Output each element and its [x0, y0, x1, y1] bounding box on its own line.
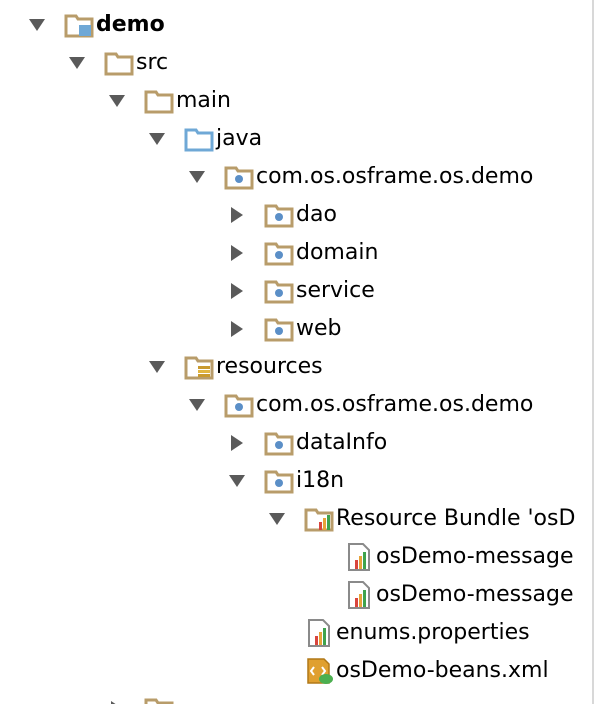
tree-row-label: osDemo-message	[376, 544, 574, 569]
package-icon	[264, 428, 294, 458]
tree-row[interactable]: enums.properties	[264, 614, 530, 652]
package-icon	[264, 276, 294, 306]
source-root-folder-icon	[184, 124, 214, 154]
expanded-arrow-icon[interactable]	[144, 120, 170, 158]
tree-row-label: main	[176, 88, 231, 113]
tree-row[interactable]: com.os.osframe.os.demo	[184, 158, 533, 196]
tree-row[interactable]: com.os.osframe.os.demo	[184, 386, 533, 424]
folder-icon	[144, 694, 174, 704]
package-icon	[224, 390, 254, 420]
tree-row-label: java	[216, 126, 263, 151]
collapsed-arrow-icon[interactable]	[224, 196, 250, 234]
tree-row[interactable]: i18n	[224, 462, 344, 500]
tree-row-label: web	[296, 316, 342, 341]
spring-xml-file-icon	[304, 656, 334, 686]
expanded-arrow-icon[interactable]	[144, 348, 170, 386]
tree-row-label: src	[136, 50, 169, 75]
tree-row-label: resources	[216, 354, 323, 379]
package-icon	[264, 200, 294, 230]
collapsed-arrow-icon[interactable]	[104, 690, 130, 704]
collapsed-arrow-icon[interactable]	[224, 272, 250, 310]
expanded-arrow-icon[interactable]	[264, 500, 290, 538]
tree-row-label: dao	[296, 202, 337, 227]
tree-row-label: service	[296, 278, 375, 303]
collapsed-arrow-icon[interactable]	[224, 310, 250, 348]
tree-row[interactable]: dao	[224, 196, 337, 234]
tree-row[interactable]: main	[104, 82, 231, 120]
resources-root-folder-icon	[184, 352, 214, 382]
expanded-arrow-icon[interactable]	[224, 462, 250, 500]
package-icon	[264, 314, 294, 344]
tree-row[interactable]: domain	[224, 234, 378, 272]
expanded-arrow-icon[interactable]	[184, 158, 210, 196]
folder-icon	[144, 86, 174, 116]
collapsed-arrow-icon[interactable]	[224, 424, 250, 462]
tree-row-label: i18n	[296, 468, 345, 493]
tree-row[interactable]	[104, 690, 176, 704]
properties-file-icon	[344, 542, 374, 572]
tree-row[interactable]: dataInfo	[224, 424, 387, 462]
package-icon	[224, 162, 254, 192]
tree-row-label: osDemo-beans.xml	[336, 658, 549, 683]
module-folder-icon	[64, 10, 94, 40]
tree-row-label: dataInfo	[296, 430, 388, 455]
tree-row-label: com.os.osframe.os.demo	[256, 392, 534, 417]
tree-row-label: Resource Bundle 'osD	[336, 506, 576, 531]
tree-row-label: enums.properties	[336, 620, 530, 645]
tree-row[interactable]: java	[144, 120, 262, 158]
properties-file-icon	[304, 618, 334, 648]
package-icon	[264, 466, 294, 496]
expanded-arrow-icon[interactable]	[64, 44, 90, 82]
tree-row[interactable]: web	[224, 310, 342, 348]
tree-row[interactable]: service	[224, 272, 375, 310]
resource-bundle-icon	[304, 504, 334, 534]
tree-row-label: domain	[296, 240, 379, 265]
tree-row[interactable]: osDemo-message	[304, 576, 574, 614]
folder-icon	[104, 48, 134, 78]
tree-row-label: osDemo-message	[376, 582, 574, 607]
tree-row[interactable]: osDemo-message	[304, 538, 574, 576]
expanded-arrow-icon[interactable]	[24, 6, 50, 44]
properties-file-icon	[344, 580, 374, 610]
collapsed-arrow-icon[interactable]	[224, 234, 250, 272]
tree-row-label: demo	[96, 12, 165, 37]
expanded-arrow-icon[interactable]	[184, 386, 210, 424]
tree-row[interactable]: src	[64, 44, 168, 82]
project-tree-panel: demo src main java com.os.osframe.os.demo dao…	[0, 0, 594, 704]
tree-row-label: com.os.osframe.os.demo	[256, 164, 534, 189]
tree-row[interactable]: osDemo-beans.xml	[264, 652, 549, 690]
expanded-arrow-icon[interactable]	[104, 82, 130, 120]
package-icon	[264, 238, 294, 268]
tree-row[interactable]: resources	[144, 348, 323, 386]
tree-row[interactable]: demo	[24, 6, 165, 44]
tree-row[interactable]: Resource Bundle 'osD	[264, 500, 575, 538]
